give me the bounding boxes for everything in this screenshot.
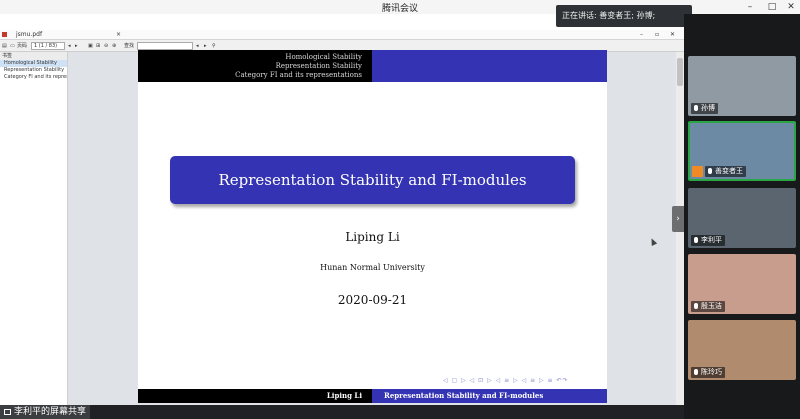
minimize-button[interactable]: – xyxy=(739,0,761,14)
header-section[interactable]: Category FI and its representations xyxy=(235,71,362,79)
microphone-icon xyxy=(708,168,712,174)
sidebar-toggle-icon[interactable]: ▤ xyxy=(2,40,7,52)
outline-panel: 书签 Homological Stability Representation … xyxy=(0,52,68,405)
participant-name: 孙博 xyxy=(701,104,715,112)
fit-page-icon[interactable]: ▣ xyxy=(88,40,93,52)
zoom-out-icon[interactable]: ⊖ xyxy=(104,40,108,52)
reader-maximize-icon[interactable]: ▫ xyxy=(655,30,659,40)
video-tile[interactable]: 陈玲巧 xyxy=(688,320,796,380)
app-window: 腾讯会议 – □ ✕ jsmu.pdf × – ▫ ✕ ▤ ▭ 页码 1 (1 … xyxy=(0,0,800,419)
slide-page: Homological Stability Representation Sta… xyxy=(138,50,607,403)
participant-name: 善变者王 xyxy=(715,167,743,175)
fit-width-icon[interactable]: ⊞ xyxy=(96,40,100,52)
slide-title: Representation Stability and FI-modules xyxy=(170,156,575,204)
search-field[interactable] xyxy=(137,42,193,50)
page-number-field[interactable]: 1 (1 / 83) xyxy=(31,42,65,50)
screen-share-text: 李利平的屏幕共享 xyxy=(14,407,87,417)
collapse-panel-button[interactable]: › xyxy=(672,206,684,232)
tab-close-icon[interactable]: × xyxy=(116,30,121,40)
slide-author: Liping Li xyxy=(345,230,400,244)
scroll-thumb[interactable] xyxy=(677,58,683,86)
slide-footer-author: Liping Li xyxy=(138,389,372,403)
slide-institution: Hunan Normal University xyxy=(320,263,425,272)
participant-name-tag: 殷玉洁 xyxy=(691,301,725,312)
microphone-icon xyxy=(694,237,698,243)
speaking-indicator: 正在讲话: 善变者王; 孙博; xyxy=(556,5,692,27)
reader-tab-title[interactable]: jsmu.pdf xyxy=(16,30,42,40)
shared-screen: jsmu.pdf × – ▫ ✕ ▤ ▭ 页码 1 (1 / 83) ◂ ▸ ▣… xyxy=(0,30,684,405)
participant-name: 陈玲巧 xyxy=(701,368,722,376)
screen-share-icon xyxy=(4,408,11,415)
slide-header-right xyxy=(372,50,607,82)
prev-page-icon[interactable]: ◂ xyxy=(68,40,71,52)
reader-minimize-icon[interactable]: – xyxy=(640,30,643,40)
open-file-icon[interactable]: ▭ xyxy=(10,40,15,52)
pdf-app-icon xyxy=(2,32,7,37)
participant-name: 殷玉洁 xyxy=(701,302,722,310)
page-label: 页码 xyxy=(17,43,28,49)
header-section[interactable]: Homological Stability xyxy=(285,53,362,61)
video-tile[interactable]: 殷玉洁 xyxy=(688,254,796,314)
video-tile-active-speaker[interactable]: 善变者王 xyxy=(688,121,796,181)
header-section[interactable]: Representation Stability xyxy=(276,62,362,70)
video-tile[interactable]: 李利平 xyxy=(688,188,796,248)
microphone-muted-icon xyxy=(694,369,698,375)
slide-footer-title: Representation Stability and FI-modules xyxy=(372,389,607,403)
slide-header-left: Homological Stability Representation Sta… xyxy=(138,50,372,82)
video-tile[interactable]: 孙博 xyxy=(688,56,796,116)
beamer-nav-symbols[interactable]: ◁ ▢ ▷ ◁ ⊡ ▷ ◁ ≡ ▷ ◁ ≡ ▷ ≡ ↶↷ xyxy=(443,377,569,384)
host-badge-icon xyxy=(692,166,703,177)
participant-name: 李利平 xyxy=(701,236,722,244)
outline-item[interactable]: Representation Stability xyxy=(0,67,67,74)
participant-name-tag: 李利平 xyxy=(691,235,725,246)
bottom-bar xyxy=(0,405,684,419)
participant-panel: 孙博 善变者王 李利平 殷玉洁 陈玲巧 xyxy=(684,14,800,419)
slide-date: 2020-09-21 xyxy=(337,293,408,307)
outline-item[interactable]: Category FI and its representations xyxy=(0,74,67,81)
participant-name-tag: 陈玲巧 xyxy=(691,367,725,378)
outline-header: 书签 xyxy=(0,52,67,60)
microphone-icon xyxy=(694,105,698,111)
participant-name-tag: 孙博 xyxy=(691,103,718,114)
reader-titlebar: jsmu.pdf × – ▫ ✕ xyxy=(0,30,684,40)
zoom-in-icon[interactable]: ⊕ xyxy=(112,40,116,52)
search-label: 查找 xyxy=(124,43,135,49)
close-button[interactable]: ✕ xyxy=(780,0,800,14)
next-page-icon[interactable]: ▸ xyxy=(75,40,78,52)
outline-item[interactable]: Homological Stability xyxy=(0,60,67,67)
reader-close-icon[interactable]: ✕ xyxy=(670,30,675,40)
microphone-muted-icon xyxy=(694,303,698,309)
screen-share-label[interactable]: 李利平的屏幕共享 xyxy=(0,405,91,419)
participant-name-tag: 善变者王 xyxy=(705,166,746,177)
